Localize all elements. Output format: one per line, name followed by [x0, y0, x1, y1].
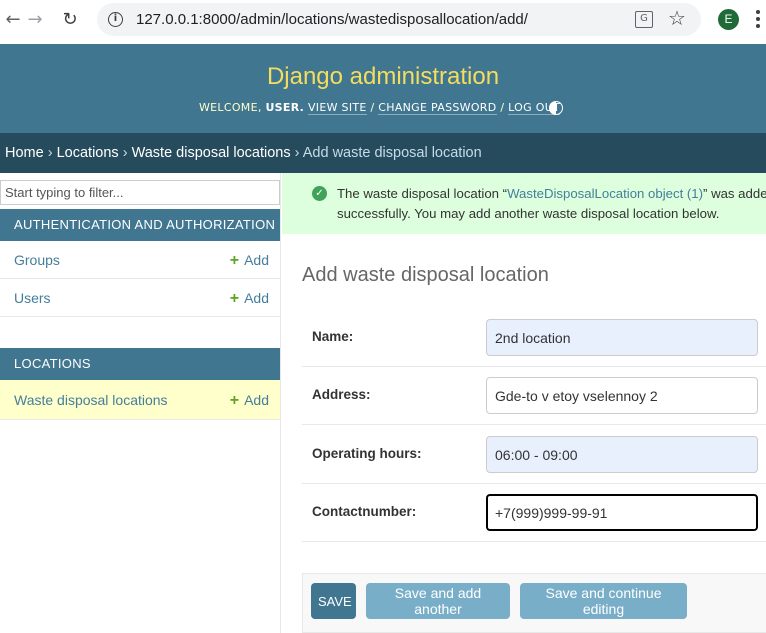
operating-hours-label: Operating hours:	[312, 446, 422, 461]
save-and-continue-button[interactable]: Save and continue editing	[520, 583, 687, 619]
add-group-button[interactable]: + Add	[230, 252, 269, 270]
form-row-address: Address:	[302, 367, 766, 425]
star-icon[interactable]: ☆	[668, 6, 686, 30]
add-label: Add	[244, 290, 269, 306]
plus-icon: +	[229, 252, 240, 269]
message-suffix: ” was added	[703, 186, 766, 201]
page-title: Add waste disposal location	[302, 264, 549, 286]
module-caption-locations[interactable]: LOCATIONS	[0, 348, 280, 380]
object-link[interactable]: WasteDisposalLocation object (1)	[507, 186, 703, 201]
username: USER.	[265, 101, 305, 114]
address-bar[interactable]: i 127.0.0.1:8000/admin/locations/wastedi…	[97, 3, 701, 36]
message-text: The waste disposal location “WasteDispos…	[337, 184, 766, 224]
url-text[interactable]: 127.0.0.1:8000/admin/locations/wastedisp…	[136, 11, 528, 28]
sidebar-item-waste-disposal-locations: Waste disposal locations + Add	[0, 380, 280, 420]
groups-link[interactable]: Groups	[14, 252, 60, 268]
message-prefix: The waste disposal location “	[337, 186, 508, 201]
contactnumber-field[interactable]	[486, 494, 758, 531]
info-icon[interactable]: i	[108, 12, 123, 27]
add-label: Add	[244, 252, 269, 268]
submit-row: SAVE Save and add another Save and conti…	[302, 573, 766, 633]
waste-disposal-locations-link[interactable]: Waste disposal locations	[14, 392, 168, 408]
success-message: ✓ The waste disposal location “WasteDisp…	[282, 173, 766, 234]
theme-toggle-icon[interactable]	[549, 101, 563, 115]
form-row-operating-hours: Operating hours:	[302, 426, 766, 484]
site-header: Django administration WELCOME, USER. VIE…	[0, 44, 766, 133]
name-field[interactable]	[486, 319, 758, 356]
reload-icon[interactable]: ↻	[57, 6, 83, 32]
name-label: Name:	[312, 329, 354, 344]
address-label: Address:	[312, 387, 371, 402]
nav-filter-input[interactable]	[0, 180, 280, 205]
view-site-link[interactable]: VIEW SITE	[307, 101, 367, 115]
breadcrumb-model[interactable]: Waste disposal locations	[132, 145, 291, 161]
welcome-text: WELCOME,	[199, 101, 262, 114]
avatar[interactable]: E	[718, 9, 739, 30]
kebab-menu-icon[interactable]	[756, 10, 760, 28]
separator: /	[500, 101, 505, 114]
plus-icon: +	[229, 392, 240, 409]
change-password-link[interactable]: CHANGE PASSWORD	[378, 101, 497, 115]
form-row-name: Name:	[302, 309, 766, 367]
translate-icon[interactable]: G	[635, 11, 653, 28]
breadcrumb-separator: ›	[122, 145, 128, 161]
operating-hours-field[interactable]	[486, 436, 758, 473]
message-line2: successfully. You may add another waste …	[337, 206, 720, 221]
add-waste-disposal-location-button[interactable]: + Add	[230, 392, 269, 410]
breadcrumb-app[interactable]: Locations	[57, 145, 119, 161]
sidebar-item-groups: Groups + Add	[0, 241, 280, 279]
plus-icon: +	[229, 290, 240, 307]
users-link[interactable]: Users	[14, 290, 51, 306]
address-field[interactable]	[486, 377, 758, 414]
user-tools: WELCOME, USER. VIEW SITE / CHANGE PASSWO…	[199, 101, 561, 115]
breadcrumb-separator: ›	[294, 145, 300, 161]
save-and-add-another-button[interactable]: Save and add another	[366, 583, 510, 619]
separator: /	[370, 101, 375, 114]
browser-toolbar: ← → ↻ i 127.0.0.1:8000/admin/locations/w…	[0, 0, 766, 40]
contactnumber-label: Contactnumber:	[312, 504, 417, 519]
forward-arrow-icon[interactable]: →	[22, 6, 48, 32]
check-circle-icon: ✓	[312, 186, 327, 201]
form-row-contactnumber: Contactnumber:	[302, 484, 766, 542]
nav-sidebar: AUTHENTICATION AND AUTHORIZATION Groups …	[0, 173, 281, 633]
add-label: Add	[244, 392, 269, 408]
module-caption-auth[interactable]: AUTHENTICATION AND AUTHORIZATION	[0, 209, 280, 241]
breadcrumb: Home › Locations › Waste disposal locati…	[0, 133, 766, 173]
breadcrumb-current: Add waste disposal location	[302, 145, 482, 161]
site-title[interactable]: Django administration	[0, 63, 766, 91]
save-button[interactable]: SAVE	[311, 583, 356, 619]
sidebar-item-users: Users + Add	[0, 279, 280, 317]
breadcrumb-separator: ›	[47, 145, 53, 161]
breadcrumb-home[interactable]: Home	[5, 145, 44, 161]
add-user-button[interactable]: + Add	[230, 290, 269, 308]
